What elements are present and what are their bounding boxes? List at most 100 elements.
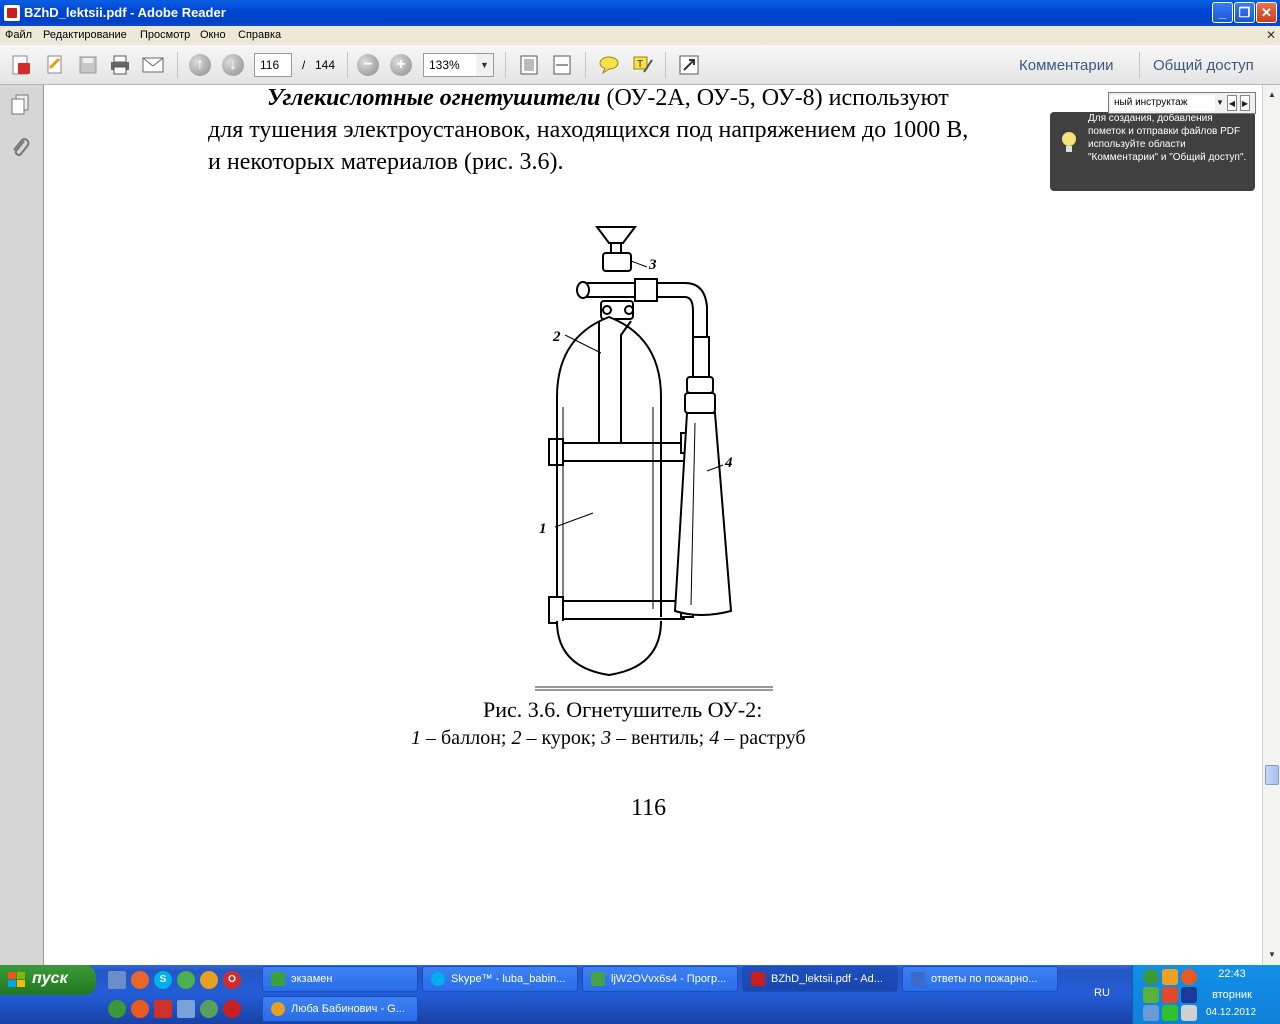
find-input[interactable]: ный инструктаж [1111,95,1215,111]
sticky-note-icon[interactable] [597,53,621,77]
print-icon[interactable] [108,53,132,77]
close-document-icon[interactable]: ✕ [1266,28,1276,42]
paragraph-line: и некоторых материалов (рис. 3.6). [208,149,564,175]
figure-label: 1 [539,521,547,537]
find-next-button[interactable]: ▶ [1240,95,1250,111]
figure-caption-legend: 1 – баллон; 2 – курок; 3 – вентиль; 4 – … [411,727,806,750]
browser-icon[interactable] [131,1000,149,1018]
close-button[interactable]: ✕ [1256,2,1277,23]
tray-icon[interactable] [1162,1005,1178,1021]
total-pages: 144 [315,58,336,72]
comments-panel-link[interactable]: Комментарии [1019,57,1113,74]
menu-help[interactable]: Справка [238,29,281,41]
skype-icon [431,972,445,986]
figure-label: 2 [552,329,561,345]
firefox-icon[interactable] [131,971,149,989]
share-panel-link[interactable]: Общий доступ [1153,57,1254,74]
legend-text: – вентиль; [611,727,710,749]
create-pdf-icon[interactable] [9,53,33,77]
zoom-input[interactable]: 133% [423,53,477,77]
legend-number: 3 [601,727,612,749]
media-icon[interactable] [223,1000,241,1018]
document-view[interactable]: Углекислотные огнетушители (ОУ-2А, ОУ-5,… [45,85,1262,965]
taskbar-item-chrome[interactable]: Люба Бабинович - G... [262,996,418,1022]
email-icon[interactable] [141,53,165,77]
start-button[interactable]: пуск [0,965,96,995]
legend-number: 4 [709,727,720,749]
legend-number: 2 [511,727,522,749]
safely-remove-icon[interactable] [1181,1005,1197,1021]
window-title: BZhD_lektsii.pdf - Adobe Reader [24,5,226,20]
zoom-out-button[interactable]: − [357,54,379,76]
fit-width-icon[interactable] [550,53,574,77]
toolbar: ↑ ↓ 116 / 144 − + 133% ▼ T Комментарии О… [0,45,1280,85]
taskbar-item-skype[interactable]: Skype™ - luba_babin... [422,966,578,992]
scroll-thumb[interactable] [1265,765,1279,785]
utorrent-tray-icon[interactable] [1143,969,1159,985]
fit-page-icon[interactable] [517,53,541,77]
chrome-app-icon[interactable] [177,971,195,989]
fire-extinguisher-figure: 1 2 3 4 [539,226,733,677]
image-viewer-icon[interactable] [177,1000,195,1018]
save-icon[interactable] [76,53,100,77]
start-label: пуск [32,970,68,987]
antivirus-tray-icon[interactable] [1143,987,1159,1003]
title-bar: BZhD_lektsii.pdf - Adobe Reader _ ❐ ✕ [0,0,1280,26]
maximize-button[interactable]: ❐ [1234,2,1255,23]
attachments-icon[interactable] [8,135,32,159]
taskbar-item-word[interactable]: ответы по пожарно... [902,966,1058,992]
image-icon [591,972,605,986]
edit-document-icon[interactable] [43,53,67,77]
word-icon [911,972,925,986]
opera-icon[interactable]: O [223,971,241,989]
find-toolbar: ный инструктаж ▼ ◀ ▶ [1108,92,1256,114]
highlight-text-icon[interactable]: T [631,53,655,77]
tray-icon[interactable] [1162,969,1178,985]
clock-time[interactable]: 22:43 [1206,968,1258,980]
network-icon[interactable] [1143,1005,1159,1021]
adobe-reader-icon [4,5,20,21]
lightbulb-icon [1062,132,1076,152]
tray-icon[interactable] [1181,987,1197,1003]
menu-window[interactable]: Окно [200,29,226,41]
taskbar-item-exam[interactable]: экзамен [262,966,418,992]
pdf-reader-icon[interactable] [154,1000,172,1018]
zoom-dropdown-arrow[interactable]: ▼ [476,53,494,77]
minimize-button[interactable]: _ [1212,2,1233,23]
menu-edit[interactable]: Редактирование [43,29,127,41]
page-separator: / [302,58,306,72]
skype-icon[interactable]: S [154,971,172,989]
scroll-up-arrow[interactable]: ▲ [1265,87,1279,103]
previous-page-button[interactable]: ↑ [189,54,211,76]
clock-date: 04.12.2012 [1205,1007,1257,1018]
vertical-scrollbar[interactable]: ▲ ▼ [1262,85,1280,965]
scroll-down-arrow[interactable]: ▼ [1265,947,1279,963]
tooltip-text: Для создания, добавления пометок и отпра… [1088,113,1247,163]
figure-caption-title: Рис. 3.6. Огнетушитель ОУ-2: [483,697,763,722]
show-desktop-icon[interactable] [108,971,126,989]
windows-flag-icon [8,972,25,987]
caption-rule [535,686,773,691]
chrome-icon[interactable] [200,971,218,989]
app-icon[interactable] [200,1000,218,1018]
menu-view[interactable]: Просмотр [140,29,190,41]
zoom-in-button[interactable]: + [390,54,412,76]
svg-text:T: T [637,59,643,70]
utorrent-icon[interactable] [108,1000,126,1018]
page-thumbnails-icon[interactable] [8,93,32,117]
find-previous-button[interactable]: ◀ [1227,95,1237,111]
paragraph-text: (ОУ-2А, ОУ-5, ОУ-8) используют [600,85,949,111]
menu-file[interactable]: Файл [5,29,32,41]
find-dropdown-arrow[interactable]: ▼ [1215,95,1225,111]
legend-text: – курок; [521,727,602,749]
expand-icon[interactable] [677,53,701,77]
page-number-input[interactable]: 116 [254,53,292,77]
volume-icon[interactable] [1162,987,1178,1003]
taskbar-item-image[interactable]: ljW2OVvx6s4 - Прогр... [582,966,738,992]
language-indicator[interactable]: RU [1094,987,1110,999]
next-page-button[interactable]: ↓ [222,54,244,76]
taskbar-item-adobe-reader[interactable]: BZhD_lektsii.pdf - Ad... [742,966,898,992]
paragraph-line: для тушения электроустановок, находящихс… [208,117,969,143]
chrome-icon [271,1002,285,1016]
tray-icon[interactable] [1181,969,1197,985]
